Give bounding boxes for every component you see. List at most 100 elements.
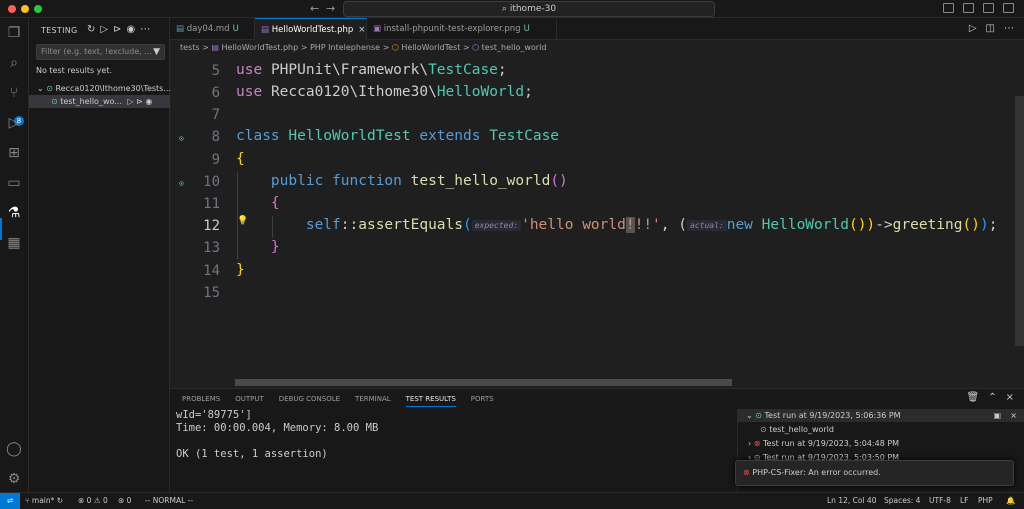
command-center[interactable]: ⌕ ithome-30 — [343, 1, 715, 17]
run-debug-icon[interactable]: ▷ — [5, 114, 23, 132]
toggle-secondary-sidebar-icon[interactable] — [983, 3, 994, 13]
split-editor-icon[interactable]: ◫ — [986, 23, 995, 34]
pass-check-icon: ⊙ — [51, 97, 58, 106]
close-icon[interactable]: × — [1010, 409, 1017, 422]
explorer-icon[interactable]: ❐ — [5, 24, 23, 42]
remote-icon[interactable]: ⇌ — [0, 493, 20, 509]
docker-icon[interactable]: ▦ — [5, 234, 23, 252]
ports-indicator[interactable]: ⊛ 0 — [118, 493, 131, 509]
filter-funnel-icon[interactable]: ▼ — [153, 45, 160, 59]
more-actions-icon[interactable]: ⋯ — [140, 24, 150, 35]
tab-debug-console[interactable]: DEBUG CONSOLE — [279, 395, 340, 407]
go-to-test-icon[interactable]: ◉ — [145, 97, 152, 106]
method-icon: ⬡ — [472, 43, 480, 52]
test-run-item[interactable]: ⊙ test_hello_world — [738, 423, 1024, 436]
tab-install-png[interactable]: ▣ install-phpunit-test-explorer.png U — [367, 18, 557, 40]
test-output: wId='89775'] Time: 00:00.004, Memory: 8.… — [176, 409, 379, 460]
test-tree-root[interactable]: ⌄ ⊙ Recca0120\Ithome30\Tests... — [29, 82, 170, 95]
test-run-label: Test run at 9/19/2023, 5:06:36 PM — [764, 411, 901, 420]
customize-layout-icon[interactable] — [1003, 3, 1014, 13]
test-run-item[interactable]: ⌄ ⊙ Test run at 9/19/2023, 5:06:36 PM ▣ … — [738, 409, 1024, 422]
debug-all-icon[interactable]: ⊳ — [113, 24, 121, 35]
cursor-position[interactable]: Ln 12, Col 40 — [827, 493, 876, 509]
run-test-icon[interactable]: ▷ — [127, 97, 133, 106]
untracked-badge: U — [232, 24, 239, 34]
close-window-button[interactable] — [8, 5, 16, 13]
pass-check-icon: ⊙ — [755, 411, 762, 420]
minimize-window-button[interactable] — [21, 5, 29, 13]
php-file-icon: ▤ — [211, 43, 219, 52]
remote-explorer-icon[interactable]: ▭ — [5, 174, 23, 192]
test-passed-icon[interactable]: ⊙ — [179, 134, 184, 143]
crumb-class[interactable]: HelloWorldTest — [401, 43, 460, 52]
encoding[interactable]: UTF-8 — [929, 493, 951, 509]
chevron-down-icon[interactable]: ⌄ — [746, 411, 753, 420]
horizontal-scrollbar[interactable] — [235, 379, 732, 386]
maximize-window-button[interactable] — [34, 5, 42, 13]
tab-day04[interactable]: ▤ day04.md U — [170, 18, 255, 40]
crumb-file[interactable]: HelloWorldTest.php — [221, 43, 298, 52]
account-icon[interactable]: ◯ — [5, 440, 23, 458]
rerun-icon[interactable]: ▣ — [993, 409, 1001, 422]
chevron-right-icon[interactable]: › — [748, 439, 751, 448]
error-icon: ⊗ — [743, 468, 750, 477]
test-run-item[interactable]: › ⊗ Test run at 9/19/2023, 5:04:48 PM — [738, 437, 1024, 450]
code-line-9: { — [236, 151, 245, 167]
language-mode[interactable]: PHP — [978, 493, 993, 509]
run-icon[interactable]: ▷ — [969, 23, 977, 34]
debug-test-icon[interactable]: ⊳ — [136, 97, 143, 106]
test-tree-item[interactable]: ⊙ test_hello_wo... ▷ ⊳ ◉ — [29, 95, 170, 108]
crumb-folder[interactable]: tests — [180, 43, 200, 52]
bell-icon[interactable]: 🔔 — [1006, 493, 1015, 509]
crumb-method[interactable]: test_hello_world — [482, 43, 547, 52]
chevron-down-icon[interactable]: ⌄ — [37, 84, 44, 93]
line-number: 11 — [203, 196, 220, 212]
search-icon[interactable]: ⌕ — [5, 54, 23, 72]
forward-arrow-icon[interactable]: → — [326, 2, 335, 15]
view-icon[interactable]: ◉ — [126, 24, 135, 35]
vertical-scrollbar[interactable] — [1015, 96, 1024, 346]
extensions-icon[interactable]: ⊞ — [5, 144, 23, 162]
indentation[interactable]: Spaces: 4 — [884, 493, 920, 509]
trash-icon[interactable]: 🗑 — [967, 392, 980, 403]
branch-indicator[interactable]: ⑂ main* ↻ — [25, 493, 63, 509]
toggle-sidebar-icon[interactable] — [943, 3, 954, 13]
breadcrumb: tests > ▤ HelloWorldTest.php > PHP Intel… — [170, 40, 1024, 56]
status-bar: ⇌ ⑂ main* ↻ ⊗ 0 ⚠ 0 ⊛ 0 -- NORMAL -- Ln … — [0, 492, 1024, 509]
end-of-line[interactable]: LF — [960, 493, 969, 509]
test-passed-icon[interactable]: ⊙ — [179, 179, 184, 188]
title-bar: ← → ⌕ ithome-30 — [0, 0, 1024, 18]
tab-terminal[interactable]: TERMINAL — [355, 395, 391, 407]
run-all-icon[interactable]: ▷ — [100, 24, 108, 35]
problems-indicator[interactable]: ⊗ 0 ⚠ 0 — [78, 493, 108, 509]
close-panel-icon[interactable]: × — [1006, 392, 1014, 403]
crumb-separator: > — [300, 43, 308, 52]
more-actions-icon[interactable]: ⋯ — [1004, 23, 1014, 34]
fail-x-icon: ⊗ — [753, 439, 761, 448]
toggle-panel-icon[interactable] — [963, 3, 974, 13]
editor-tabs: ▤ day04.md U ▤ HelloWorldTest.php × ▣ inst… — [170, 18, 1024, 40]
code-editor[interactable]: 5 6 7 8 9 10 11 12 13 14 15 ⊙ ⊙ 💡 use PH… — [170, 56, 1024, 386]
test-suite-label: Recca0120\Ithome30\Tests... — [55, 84, 171, 93]
crumb-namespace[interactable]: PHP Intelephense — [310, 43, 380, 52]
crumb-separator: > — [202, 43, 209, 52]
ports-count: 0 — [126, 496, 132, 505]
workspace-name: ithome-30 — [509, 4, 557, 14]
maximize-panel-icon[interactable]: ⌃ — [988, 392, 996, 403]
tab-problems[interactable]: PROBLEMS — [182, 395, 220, 407]
tab-output[interactable]: OUTPUT — [235, 395, 264, 407]
tab-test-results[interactable]: TEST RESULTS — [405, 395, 456, 407]
refresh-icon[interactable]: ↻ — [87, 24, 95, 35]
error-notification[interactable]: ⊗ PHP-CS-Fixer: An error occurred. — [735, 460, 1014, 486]
testing-flask-icon[interactable]: ⚗ — [5, 204, 23, 222]
line-number: 14 — [203, 263, 220, 279]
settings-gear-icon[interactable]: ⚙ — [5, 470, 23, 488]
source-control-icon[interactable]: ⑂ — [5, 84, 23, 102]
test-filter-input[interactable]: Filter (e.g. text, !exclude, ... ▼ — [36, 44, 165, 60]
tab-helloworldtest[interactable]: ▤ HelloWorldTest.php × — [255, 18, 367, 40]
line-number: 10 — [203, 174, 220, 190]
close-tab-icon[interactable]: × — [358, 25, 365, 35]
back-arrow-icon[interactable]: ← — [310, 2, 319, 15]
editor-actions: ▷ ◫ ⋯ — [969, 23, 1014, 34]
tab-ports[interactable]: PORTS — [471, 395, 494, 407]
